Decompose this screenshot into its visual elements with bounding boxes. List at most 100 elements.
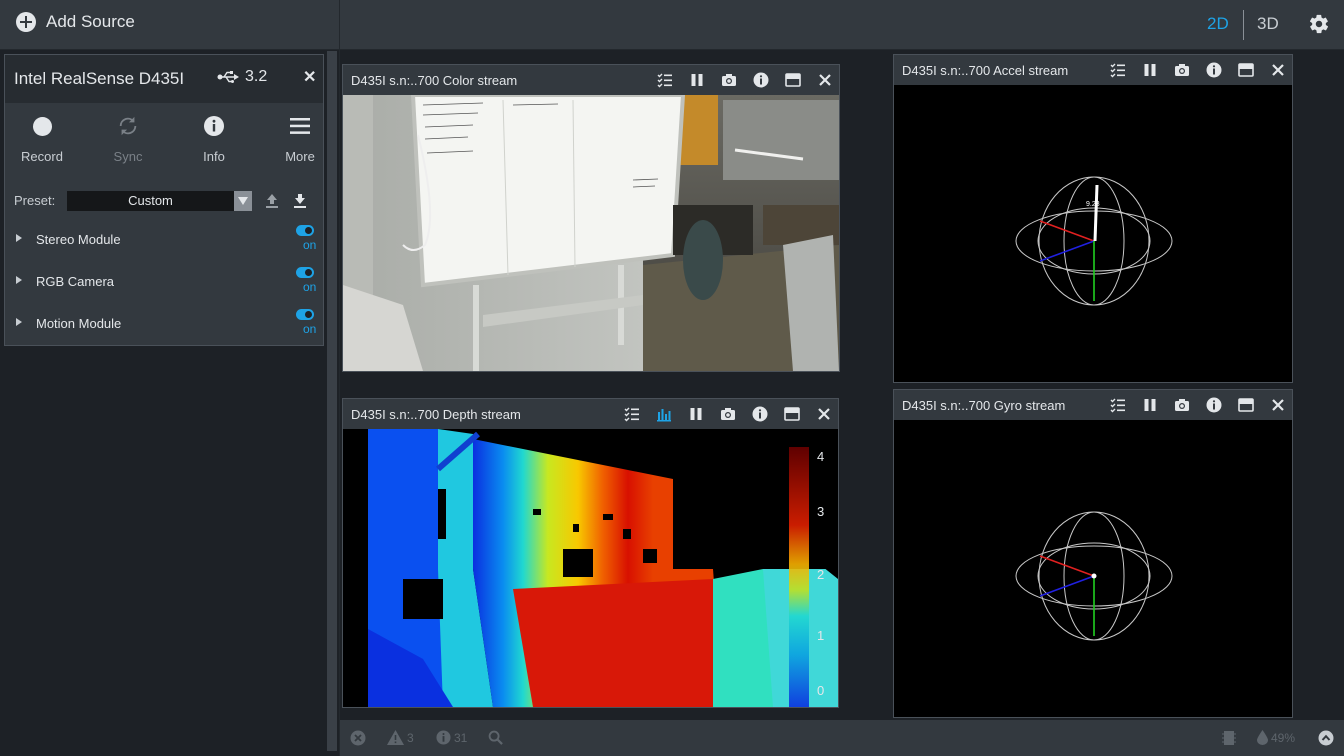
info-icon[interactable] [1206, 62, 1222, 78]
module-toggle[interactable] [296, 225, 314, 236]
record-button[interactable]: Record [7, 111, 77, 164]
warnings-counter[interactable]: 3 [387, 730, 414, 745]
module-toggle-label: on [303, 322, 317, 336]
sync-label: Sync [113, 149, 143, 164]
minimize-icon[interactable] [1238, 62, 1254, 78]
module-toggle-label: on [303, 238, 317, 252]
minimize-icon[interactable] [785, 72, 801, 88]
pause-icon[interactable] [689, 72, 705, 88]
usb-icon [217, 71, 239, 83]
info-icon [436, 730, 451, 745]
device-header: Intel RealSense D435I 3.2 ✕ [5, 55, 323, 103]
more-button[interactable]: More [265, 111, 335, 164]
module-name: Stereo Module [36, 232, 121, 247]
colorbar-tick: 4 [817, 449, 824, 464]
colorbar-tick: 3 [817, 504, 824, 519]
colorbar-tick: 0 [817, 683, 824, 698]
record-icon [32, 116, 52, 136]
info-icon[interactable] [1206, 397, 1222, 413]
module-toggle[interactable] [296, 309, 314, 320]
stream-toolbar [1110, 397, 1286, 413]
clear-icon [350, 730, 366, 746]
camera-icon[interactable] [1174, 62, 1190, 78]
gyro-stream-panel: D435I s.n:..700 Gyro stream [893, 389, 1293, 718]
usb-version: 3.2 [245, 68, 268, 85]
camera-icon[interactable] [720, 406, 736, 422]
more-label: More [285, 149, 315, 164]
options-list-icon[interactable] [624, 406, 640, 422]
close-icon[interactable] [816, 406, 832, 422]
chevron-right-icon [16, 234, 22, 242]
view-3d-button[interactable]: 3D [1257, 14, 1279, 34]
info-icon[interactable] [753, 72, 769, 88]
color-stream-panel: D435I s.n:..700 Color stream [342, 64, 840, 372]
options-list-icon[interactable] [1110, 397, 1126, 413]
histogram-icon[interactable] [656, 406, 672, 422]
pause-icon[interactable] [688, 406, 704, 422]
info-icon[interactable] [752, 406, 768, 422]
close-icon[interactable] [817, 72, 833, 88]
camera-icon[interactable] [1174, 397, 1190, 413]
record-label: Record [21, 149, 63, 164]
stream-header: D435I s.n:..700 Gyro stream [894, 390, 1292, 420]
search-button[interactable] [488, 730, 503, 745]
clear-log-button[interactable] [350, 730, 366, 746]
pause-icon[interactable] [1142, 62, 1158, 78]
depth-stream-panel: D435I s.n:..700 Depth stream 4 3 2 1 0 [342, 398, 839, 708]
view-2d-button[interactable]: 2D [1207, 14, 1229, 34]
color-stream-image [343, 95, 839, 371]
download-icon[interactable] [292, 193, 308, 209]
warning-icon [387, 730, 404, 745]
accel-magnitude: 9.23 [1086, 201, 1100, 208]
preset-select[interactable]: Custom [67, 191, 252, 211]
info-button[interactable]: Info [179, 111, 249, 164]
drop-icon [1257, 730, 1268, 745]
usb-indicator: 3.2 [217, 68, 267, 86]
colorbar-tick: 2 [817, 567, 824, 582]
stream-title: D435I s.n:..700 Gyro stream [902, 398, 1066, 413]
depth-stream-image: 4 3 2 1 0 [343, 429, 838, 707]
stream-toolbar [1110, 62, 1286, 78]
module-row-stereo[interactable]: Stereo Module on [5, 220, 323, 260]
menu-icon [290, 118, 310, 134]
expand-log-button[interactable] [1318, 730, 1334, 746]
upload-icon[interactable] [264, 193, 280, 209]
top-bar: Add Source 2D 3D [0, 0, 1344, 50]
pause-icon[interactable] [1142, 397, 1158, 413]
info-label: Info [203, 149, 225, 164]
info-count: 31 [454, 730, 468, 745]
module-name: Motion Module [36, 316, 122, 331]
stream-toolbar [657, 72, 833, 88]
minimize-icon[interactable] [784, 406, 800, 422]
info-counter[interactable]: 31 [436, 730, 467, 745]
usage-indicator: 49% [1257, 730, 1295, 745]
chip-icon [1222, 731, 1236, 745]
camera-icon[interactable] [721, 72, 737, 88]
module-row-motion[interactable]: Motion Module on [5, 304, 323, 344]
device-name: Intel RealSense D435I [14, 69, 185, 88]
chevron-right-icon [16, 276, 22, 284]
close-icon[interactable] [1270, 397, 1286, 413]
view-separator [1243, 10, 1244, 40]
stream-header: D435I s.n:..700 Color stream [343, 65, 839, 95]
add-source-button[interactable]: Add Source [16, 12, 135, 32]
close-icon[interactable]: ✕ [303, 67, 316, 87]
add-source-label: Add Source [46, 12, 135, 31]
stream-header: D435I s.n:..700 Accel stream [894, 55, 1292, 85]
sync-button[interactable]: Sync [93, 111, 163, 164]
chevron-down-icon [234, 191, 252, 211]
status-bar: 3 31 49% [340, 720, 1344, 756]
close-icon[interactable] [1270, 62, 1286, 78]
options-list-icon[interactable] [1110, 62, 1126, 78]
gear-icon[interactable] [1308, 13, 1330, 35]
minimize-icon[interactable] [1238, 397, 1254, 413]
warnings-count: 3 [407, 730, 414, 745]
module-name: RGB Camera [36, 274, 115, 289]
usage-value: 49% [1271, 730, 1296, 745]
module-row-rgb[interactable]: RGB Camera on [5, 262, 323, 302]
stream-title: D435I s.n:..700 Accel stream [902, 63, 1069, 78]
options-list-icon[interactable] [657, 72, 673, 88]
module-toggle[interactable] [296, 267, 314, 278]
module-toggle-label: on [303, 280, 317, 294]
accel-stream-panel: D435I s.n:..700 Accel stream 9.23 [893, 54, 1293, 383]
